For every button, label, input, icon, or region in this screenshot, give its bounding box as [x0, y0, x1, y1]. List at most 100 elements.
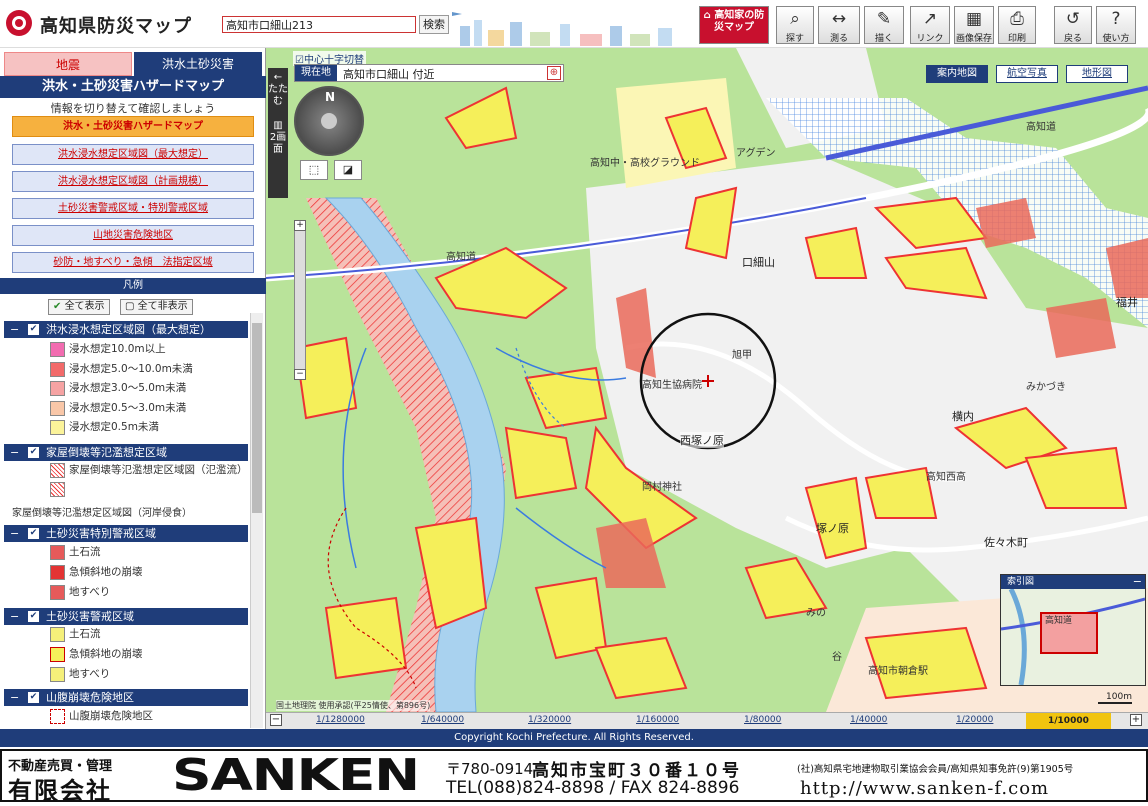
index-map[interactable]: 索引図 − 高知道 — [1000, 574, 1146, 686]
scale-bar: 100m — [1098, 692, 1132, 704]
zoom-in-icon[interactable]: + — [294, 220, 306, 231]
pan-compass[interactable]: N — [294, 86, 364, 156]
footer-advertisement: 不動産売買・管理 有限会社 SANKEN 〒780-0914 高知市宝町３０番１… — [0, 749, 1148, 805]
menu-mountain-hazard[interactable]: 山地災害危険地区 — [12, 225, 254, 246]
zoom-box-tool[interactable]: ⬚ — [300, 160, 328, 180]
measure-button[interactable]: ↔ 測る — [818, 6, 860, 44]
zoom-level-link[interactable]: 1/160000 — [636, 715, 679, 725]
zoom-in-button[interactable]: + — [1130, 714, 1142, 726]
zoom-level-bar: − 1/1280000 1/640000 1/320000 1/160000 1… — [266, 712, 1148, 730]
footer-brand: SANKEN — [172, 750, 420, 801]
arrow-left-icon: ← — [273, 72, 283, 83]
crosshair-icon[interactable]: ⊕ — [547, 66, 561, 80]
legend-item: 地すべり — [50, 665, 250, 684]
map-label: 福井 — [1116, 296, 1138, 309]
undo-icon: ↺ — [1065, 9, 1081, 29]
help-icon: ? — [1111, 9, 1121, 29]
map-copyright: 国土地理院 使用承認(平25情使、第896号) — [276, 700, 431, 711]
legend-scrollbar[interactable] — [250, 313, 263, 728]
menu-sediment-zone[interactable]: 土砂災害警戒区域・特別警戒区域 — [12, 198, 254, 219]
legend-item: 家屋倒壊等氾濫想定区域図（氾濫流） — [50, 461, 250, 480]
base-terrain-map[interactable]: 地形図 — [1066, 65, 1128, 83]
map-label: アグデン — [736, 148, 776, 159]
checkbox-icon[interactable]: ✔ — [28, 528, 39, 539]
legend-item: 浸水想定10.0m以上 — [50, 340, 250, 359]
collapse-icon: − — [10, 323, 20, 336]
back-button[interactable]: ↺ 戻る — [1054, 6, 1092, 44]
footer-company-type: 有限会社 — [8, 777, 112, 805]
menu-erosion-control[interactable]: 砂防・地すべり・急傾 法指定区域 — [12, 252, 254, 273]
link-button[interactable]: ↗ リンク — [910, 6, 950, 44]
collapse-sidebar-button[interactable]: ← たたむ ▥ 2画面 — [268, 68, 288, 198]
map-label: 高知中・高校グラウンド — [590, 158, 700, 169]
scrollbar-thumb[interactable] — [252, 323, 262, 513]
box-icon: ▢ — [125, 301, 138, 312]
zoom-level-current[interactable]: 1/10000 — [1026, 713, 1111, 730]
map-label: 旭甲 — [732, 350, 752, 361]
map-label: 塚ノ原 — [816, 522, 849, 535]
zoom-level-link[interactable]: 1/320000 — [528, 715, 571, 725]
legend-group-flood-max[interactable]: − ✔ 洪水浸水想定区域図（最大想定） — [4, 321, 248, 338]
link-icon: ↗ — [922, 9, 938, 29]
legend-group-mountain[interactable]: − ✔ 山腹崩壊危険地区 — [4, 689, 248, 706]
map-label: 高知生協病院 — [642, 380, 702, 391]
zoom-level-link[interactable]: 1/40000 — [850, 715, 887, 725]
checkbox-icon[interactable]: ✔ — [28, 611, 39, 622]
copyright-bar: Copyright Kochi Prefecture. All Rights R… — [0, 729, 1148, 747]
footer-url[interactable]: http://www.sanken-f.com — [800, 778, 1049, 799]
split-icon: ▥ — [273, 120, 283, 131]
show-all-button[interactable]: ✔ 全て表示 — [48, 299, 110, 315]
home-map-button[interactable]: ⌂ 高知家の防災マップ — [699, 6, 769, 44]
legend-group-warning[interactable]: − ✔ 土砂災害警戒区域 — [4, 608, 248, 625]
zoom-level-link[interactable]: 1/20000 — [956, 715, 993, 725]
checkbox-icon[interactable]: ✔ — [28, 324, 39, 335]
panel-subtitle: 情報を切り替えて確認しましょう — [50, 102, 216, 115]
skyline-decoration — [452, 12, 672, 46]
sidebar: 地震 洪水土砂災害 洪水・土砂災害ハザードマップ 情報を切り替えて確認しましょう… — [0, 48, 266, 730]
map-label: みの — [806, 608, 826, 619]
tab-flood-sediment[interactable]: 洪水土砂災害 — [134, 52, 262, 76]
zoom-level-link[interactable]: 1/1280000 — [316, 715, 365, 725]
zoom-level-link[interactable]: 1/80000 — [744, 715, 781, 725]
find-button[interactable]: ⌕ 探す — [776, 6, 814, 44]
check-icon: ✔ — [53, 301, 65, 312]
map-label: みかづき — [1026, 382, 1066, 393]
base-aerial-photo[interactable]: 航空写真 — [996, 65, 1058, 83]
minimize-icon[interactable]: − — [1133, 575, 1142, 588]
tab-earthquake[interactable]: 地震 — [4, 52, 132, 76]
menu-flood-max[interactable]: 洪水浸水想定区域図（最大想定） — [12, 144, 254, 165]
legend-item — [50, 480, 250, 499]
legend-group-house-collapse[interactable]: − ✔ 家屋倒壊等氾濫想定区域 — [4, 444, 248, 461]
help-button[interactable]: ? 使い方 — [1096, 6, 1136, 44]
zoom-slider[interactable]: + − — [294, 220, 306, 380]
footer-phone: TEL(088)824-8898 / FAX 824-8896 — [446, 778, 740, 798]
zoom-level-link[interactable]: 1/640000 — [421, 715, 464, 725]
save-image-button[interactable]: ▦ 画像保存 — [954, 6, 994, 44]
printer-icon: ⎙ — [1010, 9, 1024, 29]
legend-group-special-warning[interactable]: − ✔ 土砂災害特別警戒区域 — [4, 525, 248, 542]
index-map-label: 高知道 — [1045, 616, 1073, 626]
map-label: 岡村神社 — [642, 482, 682, 493]
checkbox-icon[interactable]: ✔ — [28, 692, 39, 703]
map-label: 高知道 — [446, 252, 476, 263]
save-icon: ▦ — [965, 9, 983, 29]
hide-all-button[interactable]: ▢ 全て非表示 — [120, 299, 193, 315]
footer-postal: 〒780-0914 — [446, 760, 534, 778]
zoom-out-box-tool[interactable]: ◪ — [334, 160, 362, 180]
map-label: 西塚ノ原 — [680, 432, 724, 448]
map-label: 高知道 — [1026, 122, 1056, 133]
search-input[interactable] — [222, 16, 416, 33]
zoom-out-button[interactable]: − — [270, 714, 282, 726]
draw-button[interactable]: ✎ 描く — [864, 6, 904, 44]
legend-item: 浸水想定0.5～3.0m未満 — [50, 399, 250, 418]
base-guide-map[interactable]: 案内地図 — [926, 65, 988, 83]
menu-hazard-map[interactable]: 洪水・土砂災害ハザードマップ — [12, 116, 254, 137]
map-canvas[interactable]: ← たたむ ▥ 2画面 ☑中心十字切替 現在地 高知市口細山 付近 ⊕ 案内地図 航空写真… — [266, 48, 1148, 712]
legend-item: 地すべり — [50, 583, 250, 602]
map-label: 口細山 — [742, 256, 775, 269]
zoom-out-icon[interactable]: − — [294, 369, 306, 380]
menu-flood-plan[interactable]: 洪水浸水想定区域図（計画規模） — [12, 171, 254, 192]
ruler-icon: ↔ — [831, 9, 847, 29]
checkbox-icon[interactable]: ✔ — [28, 447, 39, 458]
print-button[interactable]: ⎙ 印刷 — [998, 6, 1036, 44]
